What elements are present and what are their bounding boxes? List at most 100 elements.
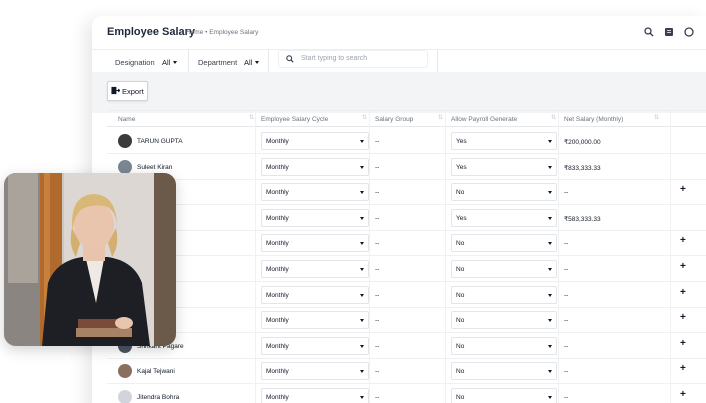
allow-payroll-value: No [456,292,465,299]
salary-cycle-select[interactable]: Monthly [261,132,369,150]
table-row: Monthly -- No -- + [107,307,706,333]
profile-icon[interactable] [684,27,694,37]
salary-cycle-select[interactable]: Monthly [261,388,369,403]
chevron-down-icon [548,140,552,143]
chevron-down-icon [548,294,552,297]
salary-group-value: -- [375,368,380,375]
net-salary-value: ₹583,333.33 [564,216,601,223]
allow-payroll-select[interactable]: No [451,337,557,355]
chevron-down-icon [548,166,552,169]
allow-payroll-select[interactable]: Yes [451,209,557,227]
department-select[interactable]: All [244,58,252,67]
allow-payroll-value: No [456,240,465,247]
salary-cycle-select[interactable]: Monthly [261,337,369,355]
chevron-down-icon [360,217,364,220]
chevron-down-icon [548,242,552,245]
table-row: Monthly -- No -- + [107,179,706,205]
search-icon[interactable] [644,27,654,37]
employee-photo [4,173,176,346]
salary-group-value: -- [375,138,380,145]
add-icon[interactable]: + [680,184,686,195]
employee-name[interactable]: Kajal Tejwani [137,368,175,375]
add-icon[interactable]: + [680,287,686,298]
allow-payroll-value: Yes [456,138,467,145]
allow-payroll-select[interactable]: No [451,234,557,252]
allow-payroll-select[interactable]: No [451,286,557,304]
designation-label: Designation [115,58,155,67]
salary-cycle-select[interactable]: Monthly [261,260,369,278]
notes-icon[interactable] [664,27,674,37]
salary-cycle-select[interactable]: Monthly [261,234,369,252]
sort-icon[interactable]: ⇅ [654,114,659,121]
add-icon[interactable]: + [680,312,686,323]
salary-cycle-value: Monthly [266,215,289,222]
add-icon[interactable]: + [680,235,686,246]
column-header-salary-cycle[interactable]: Employee Salary Cycle [261,116,328,123]
woman-holding-books-image [4,173,176,346]
sort-icon[interactable]: ⇅ [362,114,367,121]
add-icon[interactable]: + [680,338,686,349]
salary-cycle-value: Monthly [266,138,289,145]
salary-cycle-select[interactable]: Monthly [261,183,369,201]
allow-payroll-select[interactable]: No [451,388,557,403]
chevron-down-icon[interactable] [255,61,259,64]
column-header-allow-payroll[interactable]: Allow Payroll Generate [451,116,517,123]
add-icon[interactable]: + [680,261,686,272]
salary-group-value: -- [375,292,380,299]
salary-cycle-select[interactable]: Monthly [261,158,369,176]
avatar [118,364,132,378]
allow-payroll-select[interactable]: No [451,183,557,201]
toolbar [92,72,706,113]
sort-icon[interactable]: ⇅ [551,114,556,121]
designation-select[interactable]: All [162,58,170,67]
allow-payroll-select[interactable]: Yes [451,132,557,150]
chevron-down-icon[interactable] [173,61,177,64]
table-row: Suleet Kiran Monthly -- Yes ₹833,333.33 [107,154,706,180]
table-row: TARUN GUPTA Monthly -- Yes ₹200,000.00 [107,128,706,154]
salary-group-value: -- [375,394,380,401]
salary-cycle-value: Monthly [266,266,289,273]
salary-cycle-select[interactable]: Monthly [261,209,369,227]
column-header-net-salary[interactable]: Net Salary (Monthly) [564,116,623,123]
salary-cycle-select[interactable]: Monthly [261,286,369,304]
salary-group-value: -- [375,266,380,273]
salary-cycle-value: Monthly [266,292,289,299]
avatar [118,134,132,148]
salary-group-value: -- [375,189,380,196]
avatar [118,160,132,174]
table-row: nghMonthly--No--+ [107,230,706,256]
allow-payroll-value: No [456,266,465,273]
salary-group-value: -- [375,240,380,247]
export-icon [111,86,120,95]
table-row: iwariMonthly--Yes₹583,333.33 [107,205,706,231]
column-header-name[interactable]: Name [118,116,135,123]
allow-payroll-value: Yes [456,215,467,222]
allow-payroll-select[interactable]: No [451,311,557,329]
breadcrumb[interactable]: Home • Employee Salary [186,29,258,36]
allow-payroll-value: No [456,317,465,324]
salary-cycle-value: Monthly [266,164,289,171]
allow-payroll-select[interactable]: Yes [451,158,557,176]
add-icon[interactable]: + [680,363,686,374]
allow-payroll-select[interactable]: No [451,260,557,278]
chevron-down-icon [548,217,552,220]
sort-icon[interactable]: ⇅ [438,114,443,121]
sort-icon[interactable]: ⇅ [249,114,254,121]
table-row: Kajal Tejwani Monthly -- No -- + [107,358,706,384]
salary-cycle-select[interactable]: Monthly [261,311,369,329]
page-title: Employee Salary [107,26,196,38]
chevron-down-icon [360,191,364,194]
allow-payroll-select[interactable]: No [451,362,557,380]
allow-payroll-value: No [456,189,465,196]
employee-name[interactable]: Suleet Kiran [137,164,172,171]
employee-name[interactable]: TARUN GUPTA [137,138,183,145]
chevron-down-icon [548,345,552,348]
column-header-salary-group[interactable]: Salary Group [375,116,413,123]
salary-cycle-value: Monthly [266,343,289,350]
chevron-down-icon [548,191,552,194]
add-icon[interactable]: + [680,389,686,400]
salary-cycle-select[interactable]: Monthly [261,362,369,380]
department-label: Department [198,58,238,67]
allow-payroll-value: No [456,368,465,375]
employee-name[interactable]: Jitendra Bohra [137,394,179,401]
